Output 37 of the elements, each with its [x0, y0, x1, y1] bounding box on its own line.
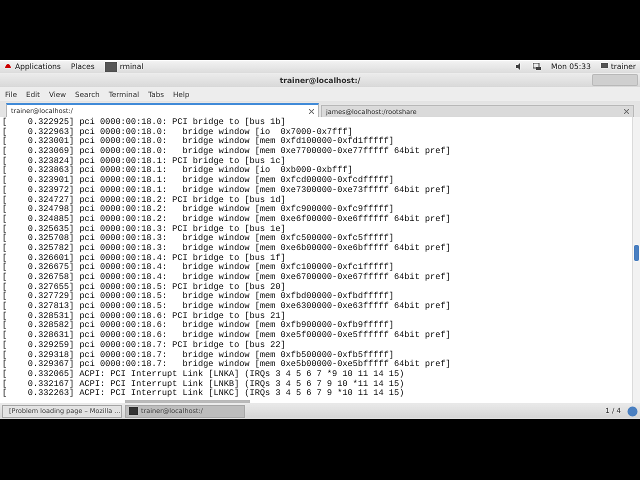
terminal-line: [ 0.332263] ACPI: PCI Interrupt Link [LNKC] (IRQs 3 4 5 6 7 9 *10 11 14 15): [2, 389, 406, 399]
terminal-line: [ 0.327813] pci 0000:00:18.5: bridge window [mem 0xe6300000-0xe63fffff 64bit pref]: [2, 302, 452, 312]
terminal-line: [ 0.322963] pci 0000:00:18.0: bridge window [io 0x7000-0x7fff]: [2, 128, 353, 137]
terminal-line: [ 0.329259] pci 0000:00:18.7: PCI bridge to [bus 22]: [2, 340, 287, 350]
terminal-line: [ 0.324798] pci 0000:00:18.2: bridge window [mem 0xfc900000-0xfc9fffff]: [2, 205, 395, 214]
terminal-line: [ 0.329318] pci 0000:00:18.7: bridge window [mem 0xfb500000-0xfb5fffff]: [2, 350, 395, 360]
terminal-line: [ 0.327729] pci 0000:00:18.5: bridge window [mem 0xfbd00000-0xfbdfffff]: [2, 292, 395, 302]
terminal-line: [ 0.323863] pci 0000:00:18.1: bridge window [io 0xb000-0xbfff]: [2, 166, 354, 176]
terminal-line: [ 0.323972] pci 0000:00:18.1: bridge window [mem 0xe7300000-0xe73fffff 64bit pref]: [2, 186, 452, 196]
terminal-line: [ 0.323069] pci 0000:00:18.0: bridge window [mem 0xe7700000-0xe77fffff 64bit pref]: [2, 147, 452, 156]
terminal-line: [ 0.323824] pci 0000:00:18.1: PCI bridge to [bus 1c]: [2, 156, 286, 166]
terminal-icon: [104, 62, 117, 72]
terminal-line: [ 0.332167] ACPI: PCI Interrupt Link [LNKB] (IRQs 3 4 5 6 7 9 10 *11 14 15): [2, 380, 406, 389]
terminal-line: [ 0.327655] pci 0000:00:18.5: PCI bridge to [bus 20]: [2, 282, 286, 292]
terminal-line: [ 0.326601] pci 0000:00:18.4: PCI bridge to [bus 1f]: [2, 254, 286, 263]
terminal-line: [ 0.323901] pci 0000:00:18.1: bridge window [mem 0xfcd00000-0xfcdfffff]: [2, 176, 395, 186]
close-icon[interactable]: [624, 109, 629, 114]
close-icon[interactable]: [309, 108, 314, 114]
terminal-line: [ 0.322925] pci 0000:00:18.0: PCI bridge to [bus 1b]: [2, 118, 287, 128]
terminal-line: [ 0.326675] pci 0000:00:18.4: bridge window [mem 0xfc100000-0xfc1fffff]: [2, 263, 395, 272]
network-icon: [533, 63, 542, 70]
terminal-line: [ 0.324727] pci 0000:00:18.2: PCI bridge to [bus 1d]: [2, 196, 286, 204]
scroll-thumb[interactable]: [634, 245, 639, 261]
terminal-line: [ 0.325782] pci 0000:00:18.3: bridge window [mem 0xe6b00000-0xe6bfffff 64bit pref]: [2, 244, 452, 254]
hat-icon: [4, 63, 12, 70]
terminal-line: [ 0.328582] pci 0000:00:18.6: bridge window [mem 0xfb900000-0xfb9fffff]: [2, 321, 395, 330]
terminal-line: [ 0.328631] pci 0000:00:18.6: bridge window [mem 0xe5f00000-0xe5ffffff 64bit pref]: [2, 331, 452, 340]
terminal-line: [ 0.325635] pci 0000:00:18.3: PCI bridge to [bus 1e]: [2, 224, 286, 234]
terminal-line: [ 0.326758] pci 0000:00:18.4: bridge window [mem 0xe6700000-0xe67fffff 64bit pref]: [2, 273, 452, 282]
terminal-line: [ 0.329367] pci 0000:00:18.7: bridge window [mem 0xe5b00000-0xe5bfffff 64bit pref]: [2, 360, 452, 370]
terminal-line: [ 0.324885] pci 0000:00:18.2: bridge window [mem 0xe6f00000-0xe6ffffff 64bit pref]: [2, 214, 452, 224]
terminal-line: [ 0.325708] pci 0000:00:18.3: bridge window [mem 0xfc500000-0xfc5fffff]: [2, 234, 395, 244]
terminal-line: [ 0.323001] pci 0000:00:18.0: bridge window [mem 0xfd100000-0xfd1fffff]: [2, 137, 395, 146]
terminal-icon: [129, 407, 138, 415]
info-icon: [627, 406, 638, 416]
terminal-line: [ 0.328531] pci 0000:00:18.6: PCI bridge to [bus 21]: [2, 312, 286, 321]
terminal-line: [ 0.332065] ACPI: PCI Interrupt Link [LNKA] (IRQs 3 4 5 6 7 *9 10 11 14 15): [2, 370, 406, 380]
